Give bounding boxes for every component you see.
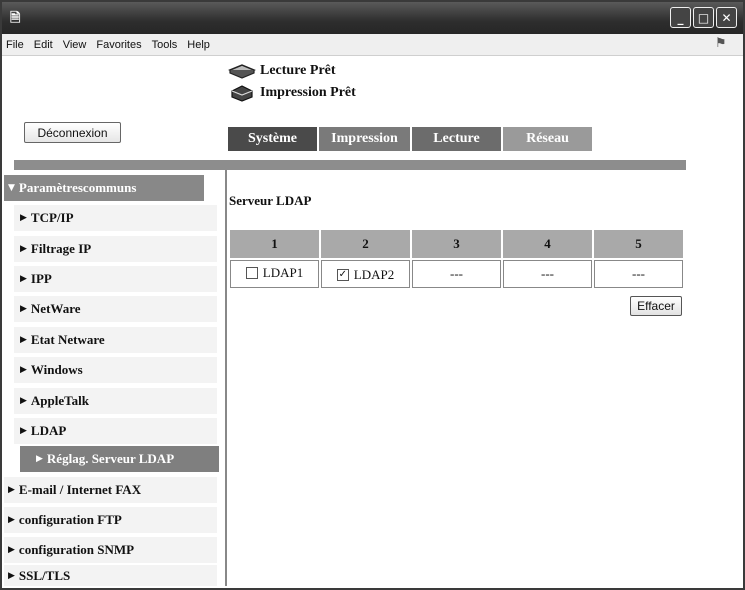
sidebar-item-label: Filtrage IP: [30, 241, 92, 256]
sidebar-item-ldap[interactable]: ▶ LDAP: [14, 418, 217, 444]
sidebar-header-label: Paramètrescommuns: [18, 180, 137, 195]
table-header-row: 1 2 3 4 5: [230, 230, 683, 258]
sidebar-item-ssl-tls[interactable]: ▶ SSL/TLS: [4, 565, 217, 586]
triangle-right-icon: ▶: [20, 335, 27, 345]
window-controls: _ □ ✕: [670, 7, 737, 28]
page-icon: 🗎: [10, 11, 21, 26]
triangle-right-icon: ▶: [20, 365, 27, 375]
triangle-right-icon: ▶: [20, 304, 27, 314]
ldap1-checkbox[interactable]: [245, 267, 258, 279]
main-tabs: Système Impression Lecture Réseau: [228, 127, 594, 151]
tab-lecture[interactable]: Lecture: [412, 127, 501, 151]
sidebar-item-label: NetWare: [30, 301, 81, 316]
sidebar-item-email-fax[interactable]: ▶ E-mail / Internet FAX: [4, 477, 217, 503]
triangle-right-icon: ▶: [20, 244, 27, 254]
sidebar-item-label: configuration SNMP: [18, 542, 135, 557]
table-row: LDAP1 ✓ LDAP2 --- --- ---: [230, 260, 683, 288]
tab-reseau[interactable]: Réseau: [503, 127, 592, 151]
menu-bar: File Edit View Favorites Tools Help ⚑: [2, 34, 743, 56]
sidebar-item-ftp[interactable]: ▶ configuration FTP: [4, 507, 217, 533]
device-status: Lecture Prêt Impression Prêt: [228, 60, 356, 104]
column-header: 5: [594, 230, 683, 258]
sidebar-item-label: Réglag. Serveur LDAP: [46, 451, 175, 466]
menu-favorites[interactable]: Favorites: [96, 39, 141, 51]
menu-edit[interactable]: Edit: [34, 39, 53, 51]
menu-tools[interactable]: Tools: [152, 39, 178, 51]
sidebar-item-ipp[interactable]: ▶ IPP: [14, 266, 217, 292]
sidebar-item-windows[interactable]: ▶ Windows: [14, 357, 217, 383]
triangle-right-icon: ▶: [8, 545, 15, 555]
triangle-right-icon: ▶: [8, 485, 15, 495]
triangle-right-icon: ▶: [20, 274, 27, 284]
sidebar-header-common[interactable]: ▼ Paramètrescommuns: [4, 175, 204, 201]
triangle-right-icon: ▶: [20, 396, 27, 406]
printer-status-text: Impression Prêt: [260, 85, 356, 100]
minimize-button[interactable]: _: [670, 7, 691, 28]
sidebar-item-label: E-mail / Internet FAX: [18, 482, 142, 497]
triangle-right-icon: ▶: [8, 515, 15, 525]
menu-view[interactable]: View: [63, 39, 87, 51]
sidebar-item-label: Etat Netware: [30, 332, 105, 347]
sidebar-item-netware[interactable]: ▶ NetWare: [14, 296, 217, 322]
column-header: 2: [321, 230, 410, 258]
checkbox-label: LDAP1: [262, 265, 304, 280]
ldap1-cell: LDAP1: [230, 260, 319, 288]
checkbox-label: LDAP2: [353, 267, 395, 282]
maximize-button[interactable]: □: [693, 7, 714, 28]
menu-help[interactable]: Help: [187, 39, 210, 51]
empty-cell: ---: [412, 260, 501, 288]
scanner-icon: [228, 64, 256, 79]
sidebar-item-label: Windows: [30, 362, 83, 377]
page-title: Serveur LDAP: [229, 193, 312, 208]
clear-button[interactable]: Effacer: [630, 296, 682, 316]
tab-systeme[interactable]: Système: [228, 127, 317, 151]
close-button[interactable]: ✕: [716, 7, 737, 28]
triangle-right-icon: ▶: [20, 426, 27, 436]
column-header: 3: [412, 230, 501, 258]
triangle-right-icon: ▶: [8, 570, 15, 581]
logout-button[interactable]: Déconnexion: [24, 122, 121, 143]
sidebar-separator: [225, 170, 227, 586]
title-bar: 🗎 _ □ ✕: [2, 2, 743, 34]
header-divider: [14, 160, 686, 170]
ldap1-checkbox-option[interactable]: LDAP1: [245, 265, 304, 281]
column-header: 1: [230, 230, 319, 258]
scanner-status-text: Lecture Prêt: [260, 63, 336, 78]
sidebar-item-ldap-server-settings[interactable]: ▶ Réglag. Serveur LDAP: [20, 446, 219, 472]
windows-flag-icon: ⚑: [715, 36, 727, 51]
ldap2-checkbox-option[interactable]: ✓ LDAP2: [336, 267, 395, 283]
triangle-right-icon: ▶: [20, 213, 27, 223]
empty-cell: ---: [503, 260, 592, 288]
menu-file[interactable]: File: [6, 39, 24, 51]
tab-impression[interactable]: Impression: [319, 127, 410, 151]
sidebar-item-label: configuration FTP: [18, 512, 122, 527]
sidebar-item-label: TCP/IP: [30, 210, 74, 225]
sidebar-item-label: IPP: [30, 271, 52, 286]
printer-icon: [231, 85, 253, 102]
sidebar-item-etat-netware[interactable]: ▶ Etat Netware: [14, 327, 217, 353]
sidebar-item-filtrage-ip[interactable]: ▶ Filtrage IP: [14, 236, 217, 262]
sidebar-item-tcpip[interactable]: ▶ TCP/IP: [14, 205, 217, 231]
triangle-down-icon: ▼: [8, 183, 15, 193]
ldap2-checkbox[interactable]: ✓: [336, 269, 349, 281]
sidebar-item-label: LDAP: [30, 423, 67, 438]
sidebar-item-label: AppleTalk: [30, 393, 89, 408]
sidebar-item-label: SSL/TLS: [18, 567, 71, 583]
empty-cell: ---: [594, 260, 683, 288]
sidebar-item-snmp[interactable]: ▶ configuration SNMP: [4, 537, 217, 563]
ldap2-cell: ✓ LDAP2: [321, 260, 410, 288]
triangle-right-icon: ▶: [36, 454, 43, 464]
ldap-server-table: 1 2 3 4 5 LDAP1 ✓ LDAP2 --- --- ---: [228, 228, 685, 290]
sidebar-item-appletalk[interactable]: ▶ AppleTalk: [14, 388, 217, 414]
column-header: 4: [503, 230, 592, 258]
